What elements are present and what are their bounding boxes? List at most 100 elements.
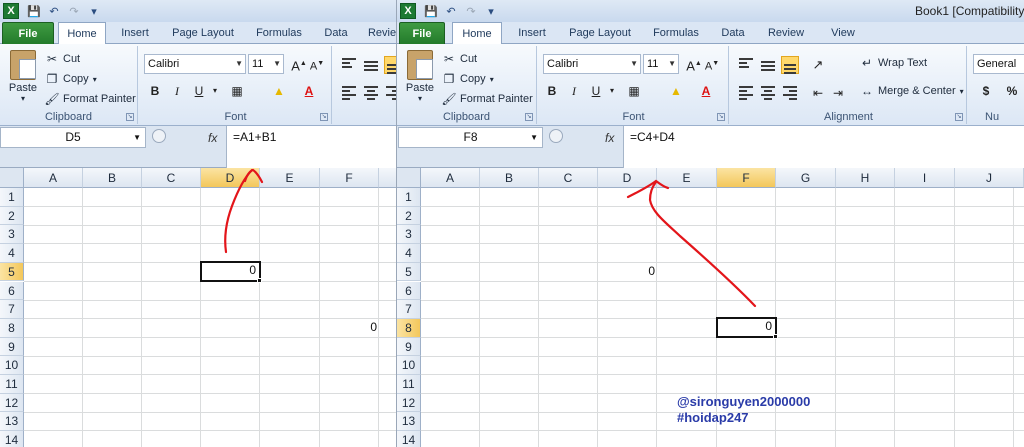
row-header-10[interactable]: 10 [397,356,421,375]
tab-home[interactable]: Home [58,22,106,45]
shrink-font-button[interactable]: A▼ [703,55,721,73]
tab-review[interactable]: Revie [362,22,396,44]
row-header-12[interactable]: 12 [397,393,421,413]
number-format-select[interactable]: General [973,54,1024,74]
paste-dropdown-icon[interactable]: ▾ [403,94,437,103]
grow-font-button[interactable]: A▲ [290,55,308,73]
cell-f8-value[interactable]: 0 [320,320,377,334]
row-header-4[interactable]: 4 [397,244,421,263]
row-header-8[interactable]: 8 [397,318,421,338]
format-painter-button[interactable]: 🖌 Format Painter [44,90,135,108]
tab-view[interactable]: View [825,22,861,44]
row-header-14[interactable]: 14 [397,431,421,447]
font-size-select[interactable]: 11 ▼ [248,54,284,74]
underline-dropdown-icon[interactable]: ▾ [603,82,621,100]
align-right-icon[interactable] [384,84,396,102]
borders-icon[interactable]: ▦ [228,82,246,100]
borders-icon[interactable]: ▦ [625,82,643,100]
row-header-1[interactable]: 1 [397,188,421,207]
customize-toolbar-icon[interactable]: ▾ [85,2,103,20]
bottom-align-icon[interactable] [384,56,396,74]
row-header-7[interactable]: 7 [0,300,24,319]
bold-button[interactable]: B [146,82,164,100]
paste-button[interactable]: Paste ▾ [6,48,40,103]
format-painter-button[interactable]: 🖌 Format Painter [441,90,532,108]
fill-color-icon[interactable]: ▲ [667,82,685,100]
row-header-11[interactable]: 11 [397,375,421,394]
paste-button[interactable]: Paste ▾ [403,48,437,103]
cell-d5-value[interactable]: 0 [597,264,655,278]
undo-icon[interactable]: ↶ [45,2,63,20]
column-header-g[interactable] [379,168,396,188]
formula-bar-splitter[interactable] [152,129,166,143]
column-header-a[interactable]: A [421,168,480,188]
row-header-2[interactable]: 2 [0,206,24,226]
row-header-13[interactable]: 13 [0,412,24,432]
cut-button[interactable]: ✂ Cut [441,50,477,68]
decrease-indent-icon[interactable]: ⇤ [809,84,827,102]
font-launcher-icon[interactable]: ↘ [320,113,328,121]
clipboard-launcher-icon[interactable]: ↘ [126,113,134,121]
orientation-icon[interactable]: ↗ [809,56,827,74]
font-color-icon[interactable]: A [697,82,715,100]
font-launcher-icon[interactable]: ↘ [717,113,725,121]
merge-center-button[interactable]: ↔ Merge & Center ▾ [859,82,964,100]
worksheet-grid[interactable]: A B C D E F 1 2 3 4 5 6 7 8 9 10 11 12 1… [0,168,396,447]
fill-handle[interactable] [257,278,262,283]
tab-data[interactable]: Data [713,22,753,44]
save-icon[interactable]: 💾 [422,2,440,20]
column-header-b[interactable]: B [480,168,539,188]
tab-data[interactable]: Data [316,22,356,44]
column-header-c[interactable]: C [539,168,598,188]
alignment-launcher-icon[interactable]: ↘ [955,113,963,121]
formula-input[interactable]: =A1+B1 [226,126,396,168]
font-name-select[interactable]: Calibri ▼ [543,54,641,74]
column-header-h[interactable]: H [836,168,895,188]
fill-handle[interactable] [773,334,778,339]
row-header-5[interactable]: 5 [397,262,421,282]
tab-review[interactable]: Review [761,22,811,44]
formula-bar-splitter[interactable] [549,129,563,143]
column-header-a[interactable]: A [24,168,83,188]
row-header-11[interactable]: 11 [0,375,24,394]
tab-formulas[interactable]: Formulas [645,22,707,44]
save-icon[interactable]: 💾 [25,2,43,20]
row-header-9[interactable]: 9 [0,337,24,357]
select-all-corner[interactable] [397,168,421,188]
copy-button[interactable]: ❐ Copy ▾ [44,70,97,88]
column-header-f[interactable]: F [717,168,776,188]
excel-logo-icon[interactable]: X [400,3,416,19]
fill-color-icon[interactable]: ▲ [270,82,288,100]
row-header-5[interactable]: 5 [0,262,24,282]
name-box[interactable]: D5 ▼ [0,127,146,148]
row-header-9[interactable]: 9 [397,337,421,357]
percent-button[interactable]: % [1003,82,1021,100]
shrink-font-button[interactable]: A▼ [308,55,326,73]
tab-insert[interactable]: Insert [112,22,158,44]
column-header-d[interactable]: D [598,168,657,188]
formula-input[interactable]: =C4+D4 [623,126,1024,168]
font-name-select[interactable]: Calibri ▼ [144,54,246,74]
align-center-icon[interactable] [759,84,777,102]
increase-indent-icon[interactable]: ⇥ [829,84,847,102]
tab-file[interactable]: File [2,22,54,44]
insert-function-button[interactable]: fx [208,128,217,148]
column-header-i[interactable]: I [895,168,955,188]
bottom-align-icon[interactable] [781,56,799,74]
row-header-8[interactable]: 8 [0,318,24,338]
row-header-4[interactable]: 4 [0,244,24,263]
row-header-3[interactable]: 3 [397,225,421,245]
customize-toolbar-icon[interactable]: ▾ [482,2,500,20]
active-cell-d5[interactable]: 0 [200,261,261,282]
paste-dropdown-icon[interactable]: ▾ [6,94,40,103]
row-header-10[interactable]: 10 [0,356,24,375]
copy-dropdown-icon[interactable]: ▾ [93,75,97,84]
row-header-6[interactable]: 6 [0,281,24,301]
tab-insert[interactable]: Insert [509,22,555,44]
tab-page-layout[interactable]: Page Layout [164,22,242,44]
row-header-12[interactable]: 12 [0,393,24,413]
column-header-e[interactable]: E [260,168,320,188]
name-box[interactable]: F8 ▼ [398,127,543,148]
column-header-c[interactable]: C [142,168,201,188]
tab-file[interactable]: File [399,22,445,44]
